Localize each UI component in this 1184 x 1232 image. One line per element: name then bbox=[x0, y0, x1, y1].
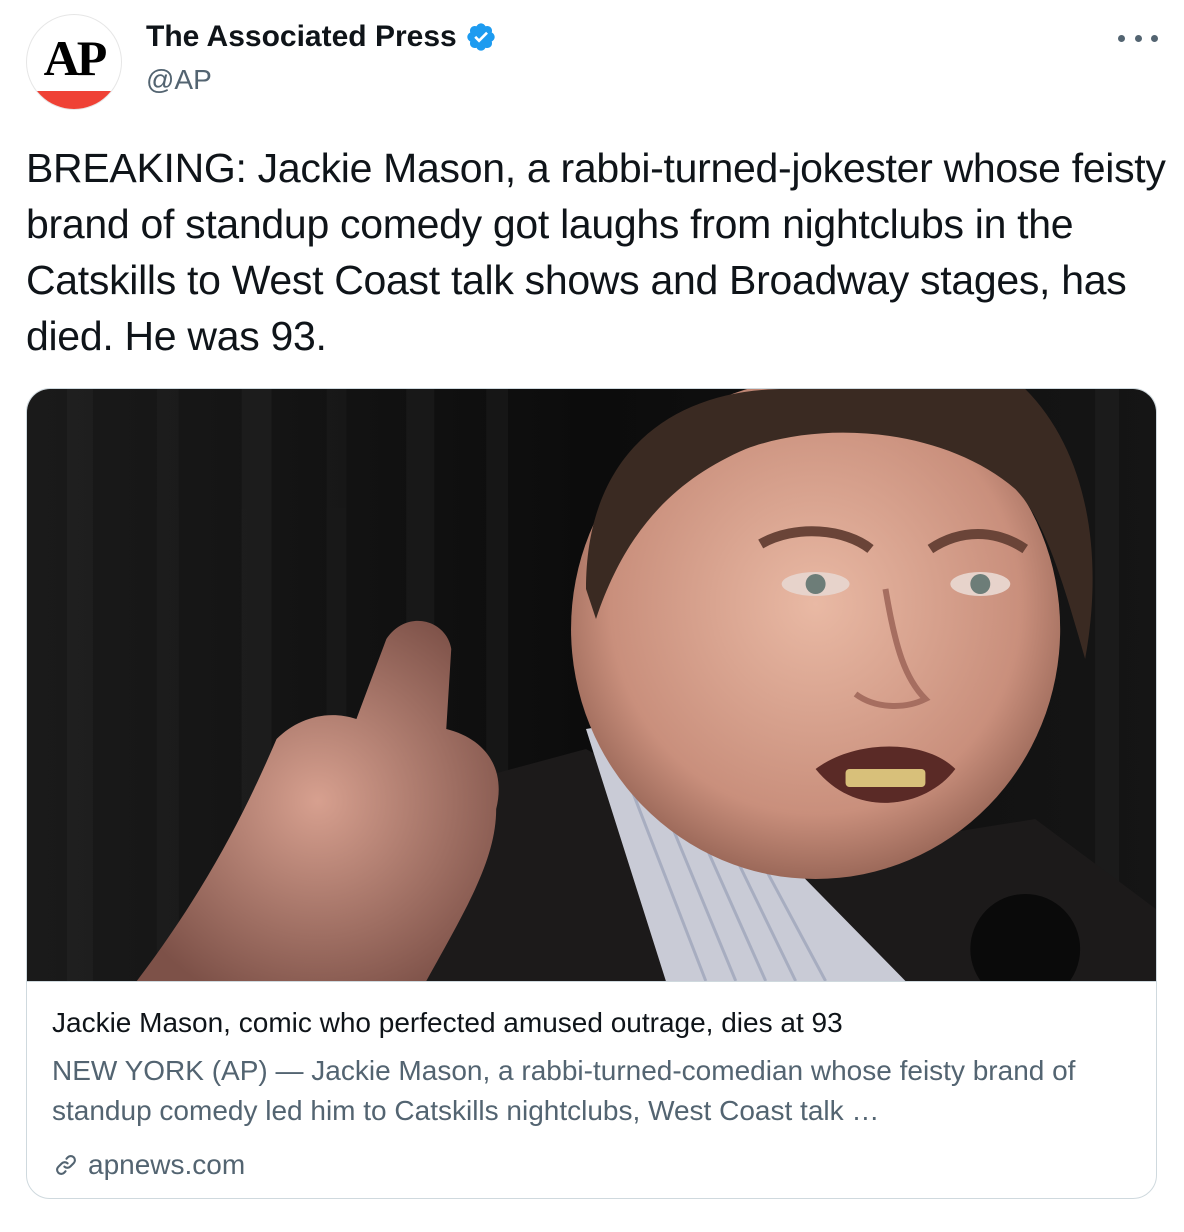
card-divider bbox=[27, 981, 1156, 982]
tweet-text: BREAKING: Jackie Mason, a rabbi-turned-j… bbox=[26, 145, 1166, 359]
card-domain[interactable]: apnews.com bbox=[52, 1149, 245, 1181]
link-preview-card[interactable]: Jackie Mason, comic who perfected amused… bbox=[26, 388, 1157, 1199]
dot bbox=[1118, 34, 1125, 42]
link-icon bbox=[56, 1155, 76, 1175]
verified-badge-icon bbox=[467, 23, 495, 51]
domain-text: apnews.com bbox=[88, 1149, 246, 1180]
handle[interactable]: @AP bbox=[146, 64, 212, 96]
dot bbox=[1151, 34, 1158, 42]
card-description: NEW YORK (AP) — Jackie Mason, a rabbi-tu… bbox=[52, 1055, 1076, 1126]
author-name-row: The Associated Press bbox=[146, 20, 497, 54]
ap-logo-red-bar bbox=[27, 91, 121, 109]
card-title[interactable]: Jackie Mason, comic who perfected amused… bbox=[52, 1007, 1132, 1039]
display-name[interactable]: The Associated Press bbox=[146, 20, 457, 54]
ap-logo-text: AP bbox=[43, 30, 108, 86]
avatar[interactable]: AP bbox=[26, 14, 122, 110]
dot bbox=[1134, 34, 1142, 42]
more-options-icon[interactable] bbox=[1118, 26, 1158, 50]
article-photo[interactable] bbox=[27, 389, 1156, 981]
